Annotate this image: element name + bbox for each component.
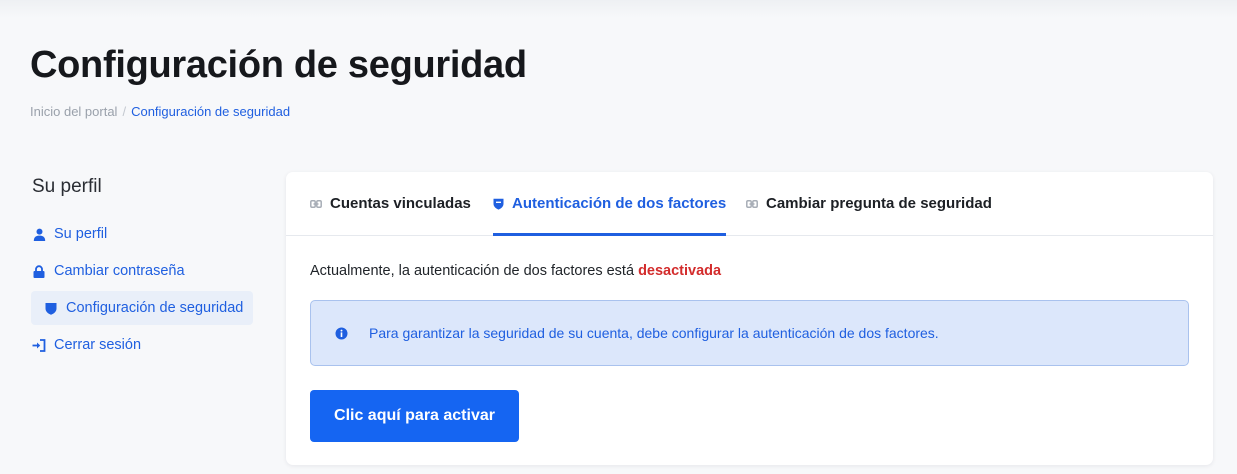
tab-label: Cuentas vinculadas <box>330 195 471 212</box>
sidebar-item-sign-out[interactable]: Cerrar sesión <box>31 328 141 362</box>
tab-label: Autenticación de dos factores <box>512 195 727 212</box>
sidebar-item-change-password[interactable]: Cambiar contraseña <box>31 254 185 288</box>
sidebar-item-label: Cerrar sesión <box>54 337 142 353</box>
link-icon <box>310 199 322 208</box>
tab-two-factor-auth[interactable]: Autenticación de dos factores <box>493 172 727 236</box>
user-icon <box>31 226 47 242</box>
lock-icon <box>31 263 47 279</box>
sign-out-icon <box>31 337 47 353</box>
page-title: Configuración de seguridad <box>30 44 527 86</box>
sidebar-item-label: Su perfil <box>54 226 108 242</box>
security-card: Cuentas vinculadas Autenticación de dos … <box>286 172 1213 465</box>
tab-linked-accounts[interactable]: Cuentas vinculadas <box>310 172 471 235</box>
sidebar-item-label: Cambiar contraseña <box>54 263 185 279</box>
status-prefix: Actualmente, la autenticación de dos fac… <box>310 263 635 279</box>
tab-bar: Cuentas vinculadas Autenticación de dos … <box>286 172 1213 236</box>
alert-text: Para garantizar la seguridad de su cuent… <box>369 325 939 341</box>
info-alert: Para garantizar la seguridad de su cuent… <box>310 300 1189 366</box>
sidebar-title: Su perfil <box>32 176 102 197</box>
status-badge: desactivada <box>638 263 722 279</box>
info-icon <box>335 327 348 340</box>
breadcrumb-home-link[interactable]: Inicio del portal <box>30 104 117 119</box>
top-shadow <box>0 0 1237 18</box>
sidebar-item-security-settings[interactable]: Configuración de seguridad <box>31 291 253 325</box>
shield-icon <box>43 300 59 316</box>
breadcrumb-current: Configuración de seguridad <box>131 104 291 119</box>
sidebar-item-label: Configuración de seguridad <box>66 300 244 316</box>
activate-two-factor-button[interactable]: Clic aquí para activar <box>310 390 519 442</box>
breadcrumb-separator: / <box>122 104 127 119</box>
tab-label: Cambiar pregunta de seguridad <box>766 195 992 212</box>
tab-change-security-question[interactable]: Cambiar pregunta de seguridad <box>746 172 992 235</box>
breadcrumb: Inicio del portal / Configuración de segur… <box>30 104 290 119</box>
sidebar-item-profile[interactable]: Su perfil <box>31 217 107 251</box>
two-factor-status: Actualmente, la autenticación de dos fac… <box>310 263 721 279</box>
shield-icon <box>493 198 504 210</box>
link-icon <box>746 199 758 208</box>
